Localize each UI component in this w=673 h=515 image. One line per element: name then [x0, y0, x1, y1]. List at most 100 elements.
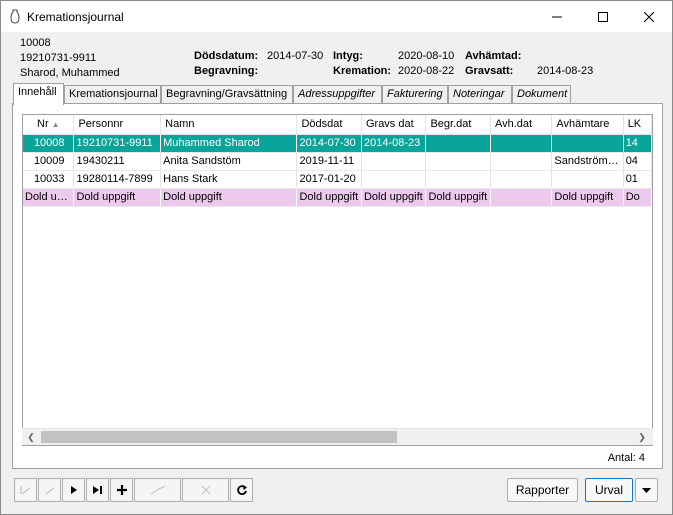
delete-record-icon [201, 485, 210, 495]
empty-row [23, 224, 652, 242]
table-cell[interactable]: 10009 [23, 152, 75, 171]
table-cell[interactable] [361, 152, 427, 171]
empty-row [23, 332, 652, 350]
table-cell[interactable]: Anita Sandstöm [160, 152, 298, 171]
previous-record-button[interactable] [38, 478, 61, 502]
kremation-value: 2020-08-22 [398, 65, 455, 77]
record-personnr: 19210731-9911 [20, 52, 97, 64]
table-cell[interactable] [490, 152, 553, 171]
table-cell[interactable]: Do [623, 188, 652, 207]
delete-record-button[interactable] [182, 478, 229, 502]
tab-begravning-gravsattning[interactable]: Begravning/Gravsättning [161, 85, 293, 104]
col-header-namn[interactable]: Namn [160, 115, 298, 135]
table-row[interactable]: Dold u… Dold uppgift Dold uppgift Dold uppg… [23, 188, 652, 207]
avhamtad-label: Avhämtad: [465, 50, 522, 62]
maximize-button[interactable] [580, 1, 626, 32]
dropdown-arrow-icon [642, 487, 651, 493]
table-cell[interactable] [490, 188, 553, 207]
tab-noteringar[interactable]: Noteringar [448, 85, 512, 104]
table-cell[interactable] [490, 134, 553, 153]
table-cell[interactable]: 19430211 [73, 152, 162, 171]
table-row[interactable]: 10033 19280114-7899 Hans Stark 2017-01-20 01 [23, 170, 652, 189]
table-row[interactable]: 10009 19430211 Anita Sandstöm 2019-11-11 San… [23, 152, 652, 171]
table-row[interactable]: 10008 19210731-9911 Muhammed Sharod 2014-07… [23, 134, 652, 153]
table-cell[interactable] [551, 170, 624, 189]
table-cell[interactable]: 14 [623, 134, 652, 153]
intyg-label: Intyg: [333, 50, 363, 62]
table-cell[interactable]: 10008 [23, 134, 75, 153]
scroll-right-icon[interactable]: ❯ [636, 431, 648, 443]
dodsdatum-label: Dödsdatum: [194, 50, 259, 62]
add-record-button[interactable] [110, 478, 133, 502]
rapporter-button[interactable]: Rapporter [507, 478, 578, 502]
col-header-avhdat[interactable]: Avh.dat [490, 115, 553, 135]
table-cell[interactable]: Sandström… [551, 152, 624, 171]
tab-innehall[interactable]: Innehåll [13, 83, 64, 105]
gravsatt-value: 2014-08-23 [537, 65, 594, 77]
table-cell[interactable]: 10033 [23, 170, 75, 189]
first-record-button[interactable] [14, 478, 37, 502]
table-cell[interactable]: 19280114-7899 [73, 170, 162, 189]
first-record-icon [20, 486, 30, 495]
table-cell[interactable]: 2019-11-11 [296, 152, 362, 171]
record-navigation [14, 478, 254, 502]
minimize-icon [552, 16, 562, 17]
table-cell[interactable]: Dold u… [23, 188, 75, 207]
col-header-lk[interactable]: LK [623, 115, 652, 135]
scroll-left-icon[interactable]: ❮ [25, 431, 37, 443]
table-cell[interactable]: 2017-01-20 [296, 170, 362, 189]
col-header-begrdat[interactable]: Begr.dat [425, 115, 491, 135]
table-cell[interactable]: Muhammed Sharod [160, 134, 298, 153]
empty-row [23, 296, 652, 314]
table-cell[interactable]: 01 [623, 170, 652, 189]
table-cell[interactable]: Dold uppgift [361, 188, 427, 207]
kremation-label: Kremation: [333, 65, 392, 77]
table-cell[interactable]: 19210731-9911 [73, 134, 162, 153]
table-cell[interactable]: Dold uppgift [551, 188, 624, 207]
table-cell[interactable]: Dold uppgift [425, 188, 491, 207]
tab-adressuppgifter[interactable]: Adressuppgifter [293, 85, 382, 104]
maximize-icon [598, 11, 608, 22]
table-cell[interactable]: 2014-07-30 [296, 134, 362, 153]
empty-row [23, 404, 652, 422]
empty-row [23, 260, 652, 278]
tab-dokument[interactable]: Dokument [512, 85, 571, 104]
table-cell[interactable]: 2014-08-23 [361, 134, 427, 153]
records-grid[interactable]: Nr ▲ Personnr Namn Dödsdat Gravs dat Beg… [22, 114, 653, 446]
next-record-button[interactable] [62, 478, 85, 502]
table-cell[interactable] [425, 170, 491, 189]
last-record-icon [92, 486, 102, 494]
window-title: Kremationsjournal [27, 10, 124, 24]
col-header-dodsdat[interactable]: Dödsdat [296, 115, 362, 135]
table-cell[interactable]: Hans Stark [160, 170, 298, 189]
table-cell[interactable] [425, 134, 491, 153]
last-record-button[interactable] [86, 478, 109, 502]
table-cell[interactable]: Dold uppgift [160, 188, 298, 207]
title-bar[interactable]: Kremationsjournal [1, 1, 672, 32]
scrollbar-thumb[interactable] [41, 431, 397, 443]
empty-row [23, 242, 652, 260]
empty-row [23, 350, 652, 368]
table-cell[interactable] [551, 134, 624, 153]
col-header-avhamtare[interactable]: Avhämtare [551, 115, 624, 135]
urval-dropdown-button[interactable] [635, 478, 658, 502]
table-cell[interactable]: 04 [623, 152, 652, 171]
minimize-button[interactable] [534, 1, 580, 32]
table-cell[interactable]: Dold uppgift [73, 188, 162, 207]
col-header-personnr[interactable]: Personnr [73, 115, 162, 135]
edit-record-icon [150, 485, 165, 495]
edit-record-button[interactable] [134, 478, 181, 502]
table-cell[interactable] [425, 152, 491, 171]
col-header-gravsdat[interactable]: Gravs dat [361, 115, 427, 135]
table-cell[interactable] [490, 170, 553, 189]
gravsatt-label: Gravsatt: [465, 65, 514, 77]
tab-kremationsjournal[interactable]: Kremationsjournal [64, 85, 161, 104]
tab-fakturering[interactable]: Fakturering [382, 85, 448, 104]
horizontal-scrollbar[interactable]: ❮ ❯ [22, 428, 653, 445]
table-cell[interactable] [361, 170, 427, 189]
col-header-nr[interactable]: Nr ▲ [23, 115, 75, 135]
table-cell[interactable]: Dold uppgift [296, 188, 362, 207]
refresh-button[interactable] [230, 478, 253, 502]
close-button[interactable] [626, 1, 672, 32]
urval-button[interactable]: Urval [585, 478, 633, 502]
